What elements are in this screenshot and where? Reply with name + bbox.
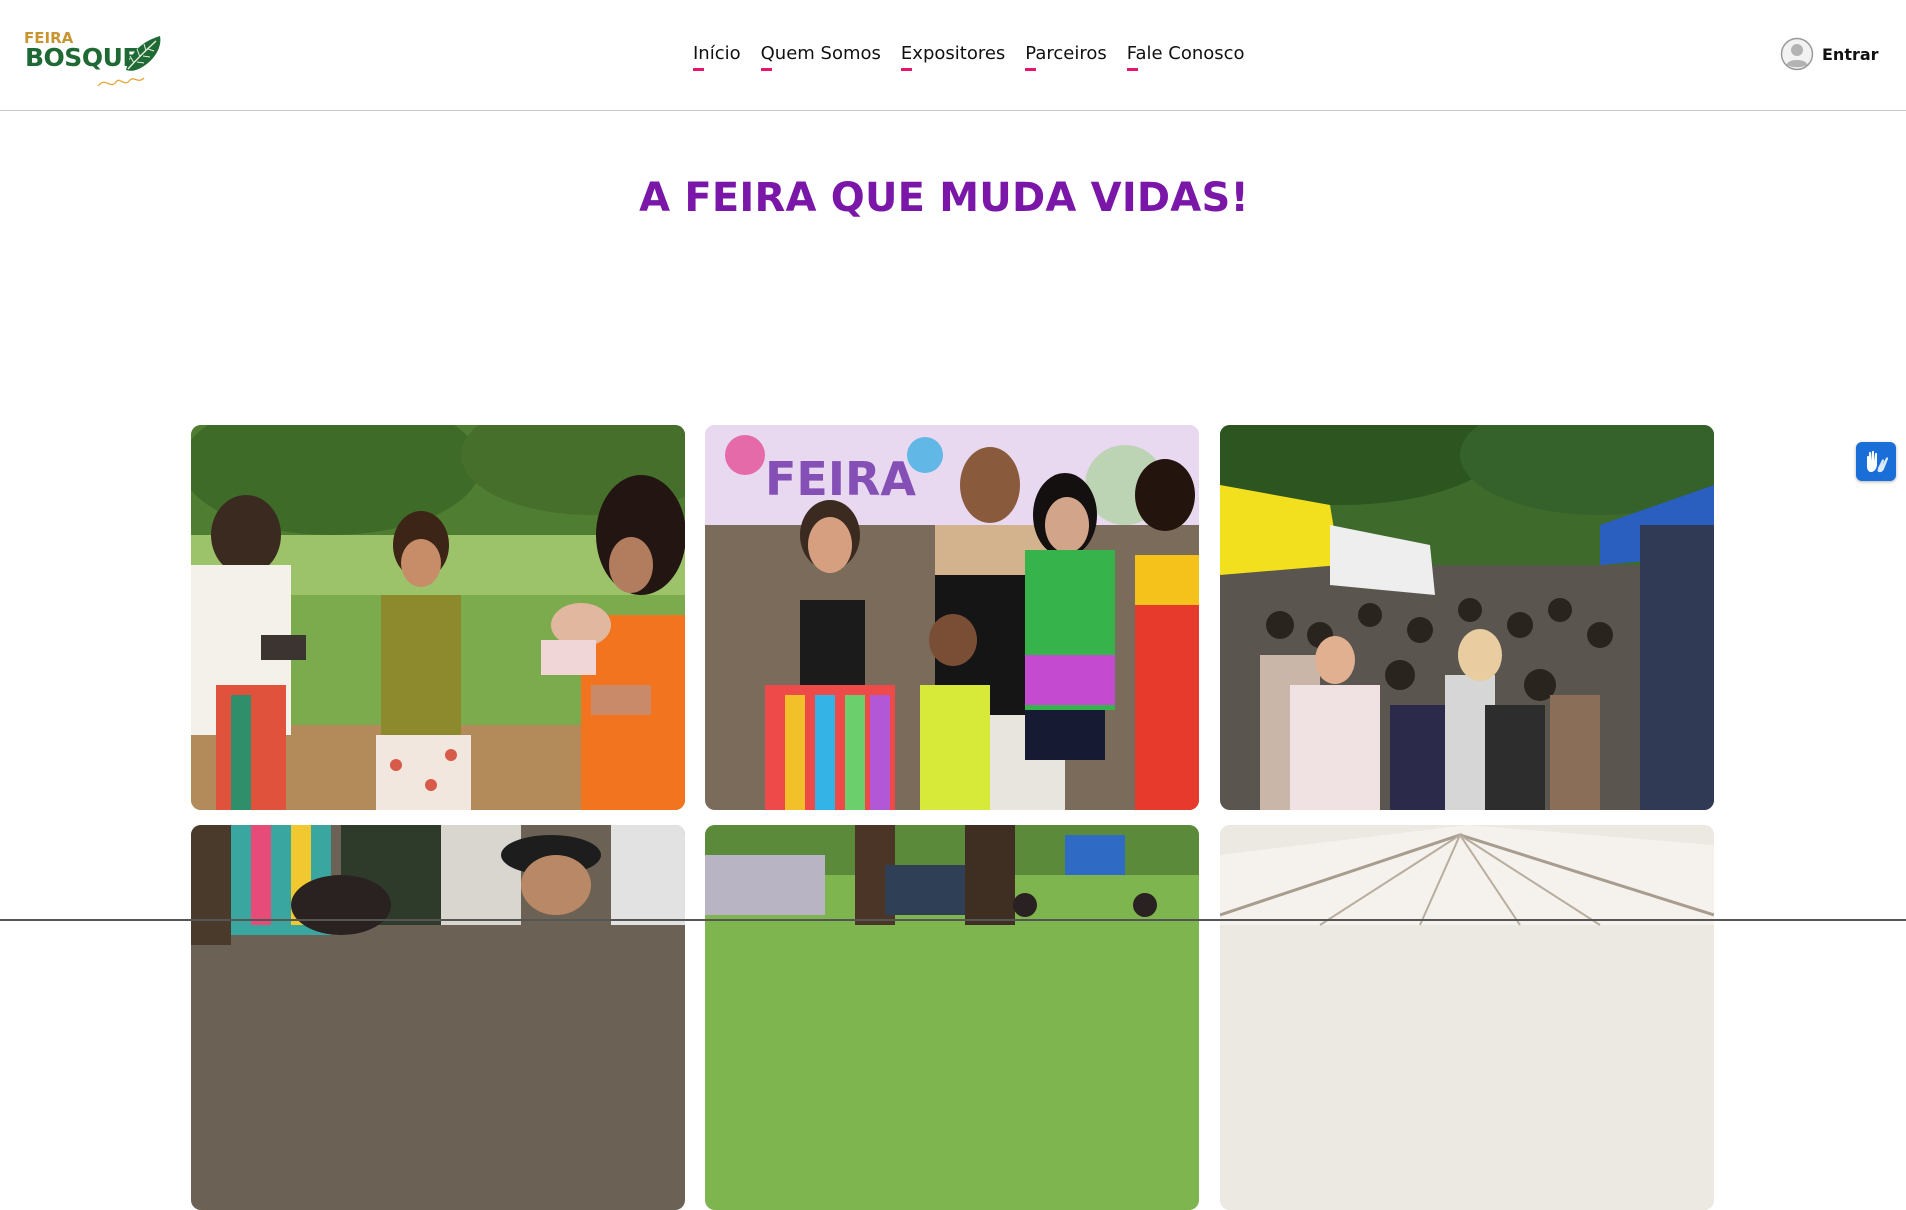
feira-bosque-logo[interactable]: FEIRA BOSQUE	[22, 26, 168, 88]
svg-text:FEIRA: FEIRA	[765, 452, 916, 506]
photo-park-women	[191, 425, 685, 810]
nav-item-parceiros[interactable]: Parceiros	[1025, 42, 1116, 72]
login-button[interactable]: Entrar	[1780, 36, 1879, 72]
nav-item-label: Início	[693, 43, 741, 64]
nav-item-label: Parceiros	[1025, 43, 1107, 64]
nav-item-label: Quem Somos	[760, 43, 881, 64]
gallery-photo[interactable]	[191, 825, 685, 1210]
nav-underline	[900, 68, 912, 71]
oak-leaf-icon	[126, 36, 161, 71]
logo-script-flourish	[97, 77, 145, 87]
photo-crowd-cap	[191, 825, 685, 1210]
gallery-photo[interactable]	[191, 425, 685, 810]
nav-underline	[1126, 68, 1138, 71]
user-circle-icon	[1780, 37, 1814, 71]
gallery-photo[interactable]	[705, 825, 1199, 1210]
nav-underline	[693, 68, 704, 71]
page-title: A FEIRA QUE MUDA VIDAS!	[639, 175, 1249, 221]
nav-item-expositores[interactable]: Expositores	[900, 42, 1015, 72]
photo-family-banner: FEIRA	[705, 425, 1199, 810]
nav-underline	[1025, 68, 1037, 71]
login-label: Entrar	[1822, 44, 1879, 64]
photo-crowd-stalls	[1220, 425, 1714, 810]
gallery-photo[interactable]	[1220, 425, 1714, 810]
nav-item-label: Expositores	[900, 43, 1006, 64]
gallery-photo[interactable]	[1220, 825, 1714, 1210]
nav-underline	[760, 68, 772, 71]
photo-playground	[705, 825, 1199, 1210]
nav-item-quem-somos[interactable]: Quem Somos	[760, 42, 891, 72]
vlibras-accessibility-button[interactable]	[1856, 442, 1896, 481]
site-header: FEIRA BOSQUE Início Quem Somos Expositor…	[0, 0, 1906, 111]
nav-item-inicio[interactable]: Início	[693, 42, 751, 72]
gallery-photo[interactable]: FEIRA	[705, 425, 1199, 810]
nav-item-label: Fale Conosco	[1126, 43, 1245, 64]
nav-item-fale-conosco[interactable]: Fale Conosco	[1126, 42, 1255, 72]
sign-language-hands-icon	[1867, 450, 1889, 472]
photo-white-tent	[1220, 825, 1714, 1210]
main-nav: Início Quem Somos Expositores Parceiros …	[693, 42, 1255, 78]
